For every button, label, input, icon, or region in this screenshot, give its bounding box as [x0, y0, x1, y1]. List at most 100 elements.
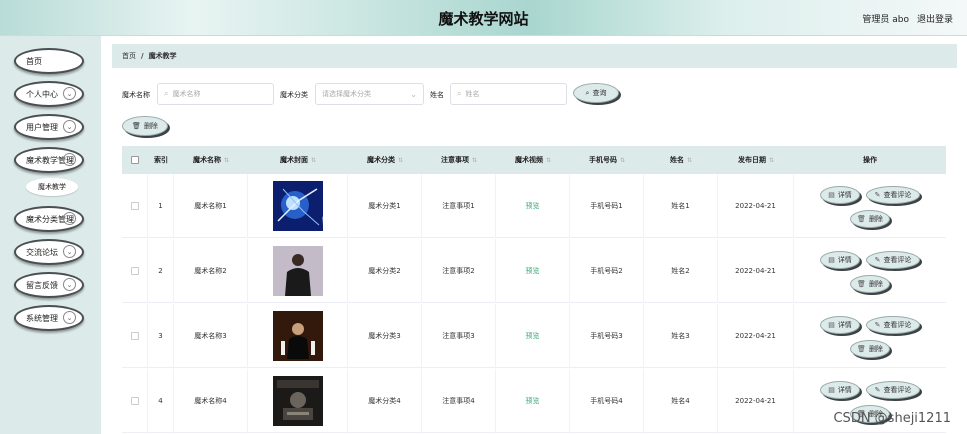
magic-cover-image[interactable] [272, 181, 323, 231]
sidebar-item-feedback[interactable]: 留言反馈 ⌄ [14, 272, 84, 298]
view-comments-button[interactable]: ✎ 查看评论 [866, 316, 920, 334]
search-button[interactable]: ⌕ 查询 [573, 83, 619, 103]
cell-person: 姓名4 [644, 369, 718, 433]
sort-icon: ⇅ [397, 156, 404, 164]
video-preview-link[interactable]: 预览 [526, 396, 540, 406]
cell-notes: 注意事项2 [422, 239, 496, 303]
logout-link[interactable]: 退出登录 [917, 12, 953, 25]
table-row: 4 魔术名称4 魔术分类4 注意事项4 预览 手机号码4 姓名4 2022-04… [122, 369, 946, 433]
sort-icon: ⇅ [619, 156, 626, 164]
sort-icon: ⇅ [545, 156, 552, 164]
cell-index: 3 [148, 304, 174, 368]
cell-notes: 注意事项4 [422, 369, 496, 433]
name-filter-input[interactable]: ⌕ 魔术名称 [157, 83, 274, 105]
document-icon: ▤ [828, 386, 835, 394]
admin-label: 管理员 abo [862, 15, 909, 25]
row-actions: ▤ 详情 ✎ 查看评论 🗑 删除 [794, 304, 946, 368]
sidebar-item-label: 首页 [26, 56, 42, 66]
video-preview-link[interactable]: 预览 [526, 201, 540, 211]
detail-button[interactable]: ▤ 详情 [820, 381, 860, 399]
cell-date: 2022-04-21 [718, 369, 794, 433]
sidebar-item-profile[interactable]: 个人中心 ⌄ [14, 81, 84, 107]
cell-notes: 注意事项3 [422, 304, 496, 368]
table-row: 2 魔术名称2 魔术分类2 注意事项2 预览 手机号码2 姓名2 2022-04… [122, 239, 946, 303]
chevron-down-icon: ⌄ [63, 120, 76, 133]
cell-category: 魔术分类2 [348, 239, 422, 303]
sidebar-item-label: 用户管理 [26, 122, 58, 132]
delete-button[interactable]: 🗑 删除 [850, 210, 890, 228]
row-checkbox[interactable] [130, 332, 139, 340]
search-icon: ⌕ [164, 89, 169, 98]
view-comments-button[interactable]: ✎ 查看评论 [866, 381, 920, 399]
trash-icon: 🗑 [857, 345, 866, 353]
col-name[interactable]: 魔术名称 ⇅ [174, 146, 248, 174]
category-filter-label: 魔术分类 [280, 91, 308, 99]
cell-date: 2022-04-21 [718, 174, 794, 238]
breadcrumb-separator: / [141, 52, 144, 60]
sort-icon: ⇅ [471, 156, 478, 164]
person-filter-input[interactable]: ⌕ 姓名 [450, 83, 567, 105]
view-comments-button[interactable]: ✎ 查看评论 [866, 186, 920, 204]
cell-name: 魔术名称1 [174, 174, 248, 238]
batch-delete-button[interactable]: 🗑 删除 [122, 116, 168, 136]
delete-button[interactable]: 🗑 删除 [850, 275, 890, 293]
col-phone[interactable]: 手机号码 ⇅ [570, 146, 644, 174]
site-title: 魔术教学网站 [438, 10, 529, 28]
chevron-down-icon: ⌄ [63, 278, 76, 291]
edit-icon: ✎ [874, 191, 881, 199]
col-notes[interactable]: 注意事项 ⇅ [422, 146, 496, 174]
detail-button[interactable]: ▤ 详情 [820, 186, 860, 204]
chevron-down-icon: ⌄ [63, 245, 76, 258]
sidebar-item-users[interactable]: 用户管理 ⌄ [14, 114, 84, 140]
col-date[interactable]: 发布日期 ⇅ [718, 146, 794, 174]
magic-cover-image[interactable] [272, 311, 323, 361]
row-checkbox[interactable] [130, 267, 139, 275]
breadcrumb: 首页 / 魔术教学 [112, 44, 957, 68]
sidebar-item-forum[interactable]: 交流论坛 ⌄ [14, 239, 84, 265]
table-header: 索引 魔术名称 ⇅ 魔术封面 ⇅ 魔术分类 ⇅ 注意事项 ⇅ 魔术视频 ⇅ 手机号码 ⇅ 姓… [122, 146, 946, 174]
row-checkbox[interactable] [130, 397, 139, 405]
row-checkbox[interactable] [130, 202, 139, 210]
video-preview-link[interactable]: 预览 [526, 266, 540, 276]
cell-index: 1 [148, 174, 174, 238]
detail-button[interactable]: ▤ 详情 [820, 316, 860, 334]
sidebar-item-label: 个人中心 [26, 89, 58, 99]
sidebar-item-system[interactable]: 系统管理 ⌄ [14, 305, 84, 331]
edit-icon: ✎ [874, 256, 881, 264]
table-row: 3 魔术名称3 魔术分类3 注意事项3 预览 手机号码3 姓名3 2022-04… [122, 304, 946, 368]
cell-person: 姓名3 [644, 304, 718, 368]
table-row: 1 魔术名称1 魔术分类1 注意事项1 预览 手机号码1 姓名1 2022-04… [122, 174, 946, 238]
category-select[interactable]: 请选择魔术分类 ⌄ [315, 83, 424, 105]
col-person[interactable]: 姓名 ⇅ [644, 146, 718, 174]
chevron-down-icon: ⌄ [63, 87, 76, 100]
sidebar-item-home[interactable]: 首页 [14, 48, 84, 74]
sidebar-item-magic-teaching[interactable]: 魔术教学管理 ⌄ [14, 147, 84, 173]
magic-cover-image[interactable] [272, 246, 323, 296]
cell-notes: 注意事项1 [422, 174, 496, 238]
col-video[interactable]: 魔术视频 ⇅ [496, 146, 570, 174]
magic-cover-image[interactable] [272, 376, 323, 426]
breadcrumb-home[interactable]: 首页 [122, 51, 136, 61]
view-comments-button[interactable]: ✎ 查看评论 [866, 251, 920, 269]
cell-name: 魔术名称3 [174, 304, 248, 368]
cell-phone: 手机号码3 [570, 304, 644, 368]
cell-phone: 手机号码2 [570, 239, 644, 303]
video-preview-link[interactable]: 预览 [526, 331, 540, 341]
cell-index: 4 [148, 369, 174, 433]
col-category[interactable]: 魔术分类 ⇅ [348, 146, 422, 174]
cell-date: 2022-04-21 [718, 239, 794, 303]
delete-button[interactable]: 🗑 删除 [850, 340, 890, 358]
detail-button[interactable]: ▤ 详情 [820, 251, 860, 269]
cell-category: 魔术分类3 [348, 304, 422, 368]
document-icon: ▤ [828, 256, 835, 264]
select-all-checkbox[interactable] [131, 156, 139, 164]
row-actions: ▤ 详情 ✎ 查看评论 🗑 删除 [794, 174, 946, 238]
sidebar-subitem-magic-teaching[interactable]: 魔术教学 [26, 178, 78, 196]
sidebar-item-label: 交流论坛 [26, 247, 58, 257]
trash-icon: 🗑 [857, 215, 866, 223]
col-cover[interactable]: 魔术封面 ⇅ [248, 146, 348, 174]
breadcrumb-current: 魔术教学 [148, 52, 177, 60]
chevron-down-icon: ⌄ [410, 89, 417, 99]
watermark: CSDN @sheji1211 [833, 411, 951, 426]
sidebar-item-magic-category[interactable]: 魔术分类管理 ⌄ [14, 206, 84, 232]
